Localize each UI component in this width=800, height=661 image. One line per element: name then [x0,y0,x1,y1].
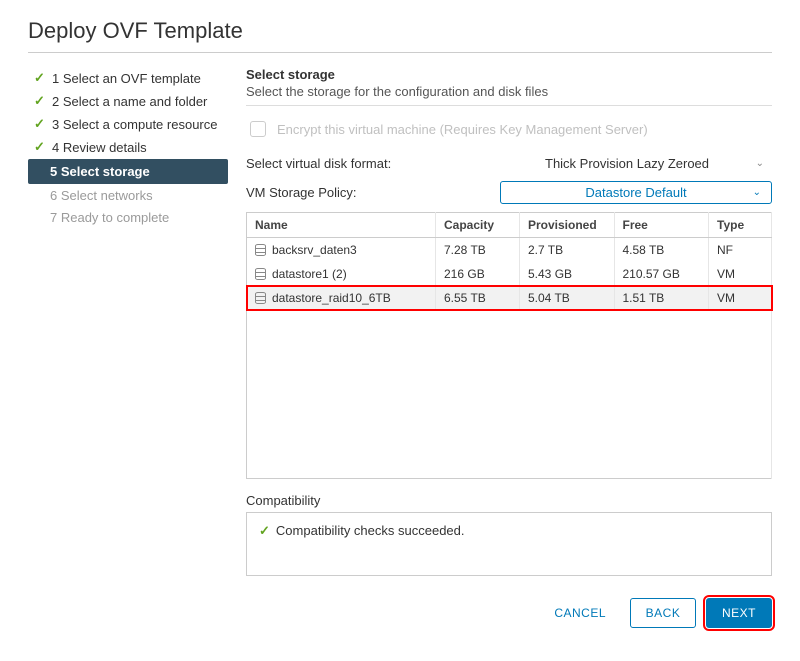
wizard-step-5[interactable]: 5 Select storage [28,159,228,184]
panel-subtext: Select the storage for the configuration… [246,84,772,99]
encrypt-label: Encrypt this virtual machine (Requires K… [277,122,648,137]
cell-free: 210.57 GB [614,262,709,286]
cell-provisioned: 5.43 GB [520,262,615,286]
wizard-step-7[interactable]: 7 Ready to complete [28,207,228,228]
panel-divider [246,105,772,106]
dialog-title: Deploy OVF Template [28,18,772,44]
col-provisioned[interactable]: Provisioned [520,213,615,238]
cell-free: 1.51 TB [614,286,709,310]
cell-capacity: 216 GB [436,262,520,286]
col-free[interactable]: Free [614,213,709,238]
wizard-step-label: 6 Select networks [50,188,153,203]
encrypt-checkbox [250,121,266,137]
title-divider [28,52,772,53]
wizard-sidebar: ✓ 1 Select an OVF template ✓ 2 Select a nam… [28,67,228,576]
disk-format-label: Select virtual disk format: [246,156,537,171]
compat-box: ✓ Compatibility checks succeeded. [246,512,772,576]
wizard-step-2[interactable]: ✓ 2 Select a name and folder [28,90,228,112]
check-icon: ✓ [34,93,46,109]
datastore-icon [255,244,266,256]
col-type[interactable]: Type [709,213,772,238]
wizard-step-label: 5 Select storage [50,164,150,179]
cell-provisioned: 2.7 TB [520,238,615,263]
wizard-step-label: 3 Select a compute resource [52,117,217,132]
back-button[interactable]: BACK [630,598,696,628]
chevron-down-icon: ⌄ [753,187,761,198]
wizard-step-1[interactable]: ✓ 1 Select an OVF template [28,67,228,89]
cell-name: backsrv_daten3 [247,238,436,263]
wizard-step-label: 7 Ready to complete [50,210,169,225]
disk-format-value: Thick Provision Lazy Zeroed [545,156,709,171]
table-row[interactable]: datastore1 (2)216 GB5.43 GB210.57 GBVM [247,262,772,286]
wizard-step-6[interactable]: 6 Select networks [28,185,228,206]
cell-type: VM [709,286,772,310]
panel-heading: Select storage [246,67,772,82]
cell-name: datastore_raid10_6TB [247,286,436,310]
col-capacity[interactable]: Capacity [436,213,520,238]
compat-message: Compatibility checks succeeded. [276,523,465,538]
wizard-step-4[interactable]: ✓ 4 Review details [28,136,228,158]
cell-capacity: 6.55 TB [436,286,520,310]
cell-capacity: 7.28 TB [436,238,520,263]
table-row[interactable]: datastore_raid10_6TB6.55 TB5.04 TB1.51 T… [247,286,772,310]
cell-free: 4.58 TB [614,238,709,263]
cell-provisioned: 5.04 TB [520,286,615,310]
col-name[interactable]: Name [247,213,436,238]
cell-type: VM [709,262,772,286]
check-icon: ✓ [34,116,46,132]
wizard-step-label: 4 Review details [52,140,147,155]
next-button[interactable]: NEXT [706,598,772,628]
storage-policy-value: Datastore Default [585,185,686,200]
wizard-step-label: 2 Select a name and folder [52,94,207,109]
check-icon: ✓ [259,523,270,538]
storage-policy-label: VM Storage Policy: [246,185,500,200]
check-icon: ✓ [34,139,46,155]
cell-name: datastore1 (2) [247,262,436,286]
main-panel: Select storage Select the storage for th… [246,67,772,576]
storage-policy-select[interactable]: Datastore Default ⌄ [500,181,772,204]
wizard-footer: CANCEL BACK NEXT [28,598,772,628]
datastore-icon [255,268,266,280]
check-icon: ✓ [34,70,46,86]
wizard-step-3[interactable]: ✓ 3 Select a compute resource [28,113,228,135]
datastore-icon [255,292,266,304]
table-empty-space [247,310,772,478]
datastore-tbody: backsrv_daten37.28 TB2.7 TB4.58 TBNFdata… [247,238,772,311]
compat-label: Compatibility [246,493,772,508]
cell-type: NF [709,238,772,263]
disk-format-select[interactable]: Thick Provision Lazy Zeroed ⌄ [537,154,772,173]
cancel-button[interactable]: CANCEL [540,599,620,627]
chevron-down-icon: ⌄ [756,158,764,169]
datastore-table: Name Capacity Provisioned Free Type back… [246,212,772,479]
wizard-step-label: 1 Select an OVF template [52,71,201,86]
table-row[interactable]: backsrv_daten37.28 TB2.7 TB4.58 TBNF [247,238,772,263]
